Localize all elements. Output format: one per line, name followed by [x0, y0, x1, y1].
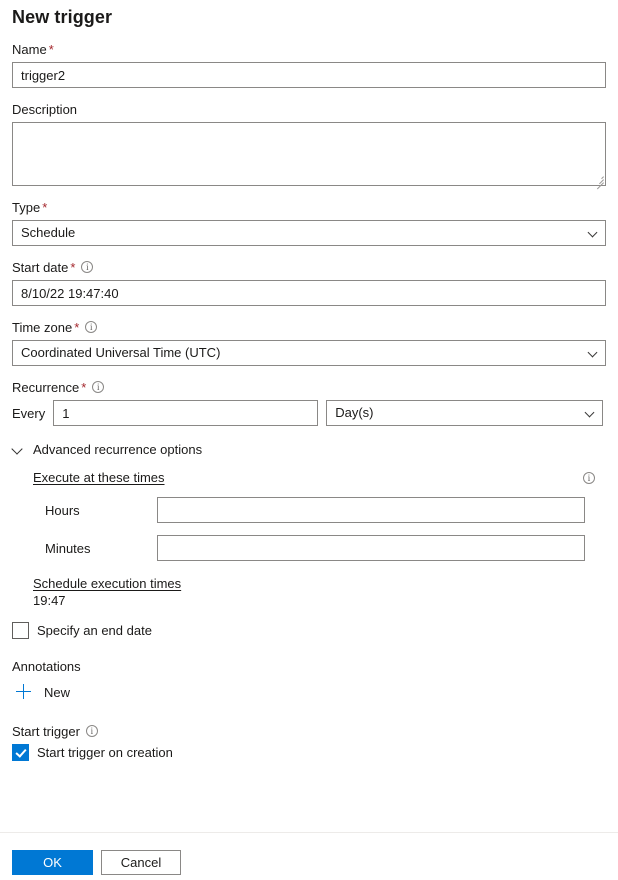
type-select-wrap: Schedule	[12, 220, 606, 246]
start-date-label: Start date *	[12, 260, 606, 276]
hours-row: Hours	[33, 497, 606, 523]
schedule-execution-times-heading[interactable]: Schedule execution times	[33, 576, 181, 591]
recurrence-interval-input[interactable]	[53, 400, 319, 426]
name-label: Name *	[12, 42, 606, 58]
specify-end-date-checkbox[interactable]	[12, 622, 29, 639]
start-trigger-on-creation-row[interactable]: Start trigger on creation	[12, 744, 606, 761]
type-label: Type *	[12, 200, 606, 216]
annotations-label: Annotations	[12, 659, 81, 674]
recurrence-row: Every Day(s)	[12, 400, 606, 426]
name-field-group: Name *	[12, 42, 606, 88]
recurrence-field-group: Recurrence* Every Day(s)	[12, 380, 606, 426]
time-zone-field-group: Time zone* Coordinated Universal Time (U…	[12, 320, 606, 366]
ok-button[interactable]: OK	[12, 850, 93, 875]
description-textarea-wrap	[12, 122, 606, 190]
name-input[interactable]	[12, 62, 606, 88]
schedule-execution-times-block: Schedule execution times 19:47	[33, 576, 606, 608]
name-label-text: Name	[12, 42, 47, 57]
time-zone-label-text: Time zone	[12, 320, 73, 335]
time-zone-select-wrap: Coordinated Universal Time (UTC)	[12, 340, 606, 366]
hours-input[interactable]	[157, 497, 585, 523]
chevron-down-icon	[12, 444, 24, 456]
type-field-group: Type * Schedule	[12, 200, 606, 246]
cancel-button[interactable]: Cancel	[101, 850, 181, 875]
advanced-recurrence-options-label: Advanced recurrence options	[33, 442, 203, 457]
execute-at-these-times-info-icon[interactable]	[583, 471, 595, 484]
execute-at-these-times-row: Execute at these times	[33, 470, 606, 485]
start-trigger-on-creation-label: Start trigger on creation	[37, 745, 173, 760]
page-title: New trigger	[12, 7, 113, 27]
time-zone-required-asterisk: *	[74, 320, 80, 335]
minutes-input[interactable]	[157, 535, 585, 561]
start-trigger-section-label: Start trigger	[12, 724, 606, 739]
recurrence-every-label: Every	[12, 405, 46, 421]
specify-end-date-row[interactable]: Specify an end date	[12, 622, 606, 639]
schedule-execution-times-value: 19:47	[33, 593, 66, 608]
start-trigger-info-icon[interactable]	[85, 725, 98, 737]
recurrence-label-text: Recurrence	[12, 380, 80, 395]
add-annotation-label: New	[44, 684, 71, 700]
type-label-text: Type	[12, 200, 41, 215]
start-date-label-text: Start date	[12, 260, 69, 275]
execute-at-these-times-heading[interactable]: Execute at these times	[33, 470, 165, 485]
add-annotation-button[interactable]: New	[12, 684, 70, 700]
time-zone-label: Time zone *	[12, 320, 606, 336]
advanced-recurrence-options-toggle[interactable]: Advanced recurrence options	[12, 442, 606, 457]
description-field-group: Description	[12, 102, 606, 190]
name-required-asterisk: *	[48, 42, 54, 57]
start-date-input[interactable]	[12, 280, 606, 306]
recurrence-unit-select-wrap: Day(s)	[326, 400, 604, 426]
advanced-recurrence-options-body: Execute at these times Hours Minutes Sch…	[12, 470, 606, 608]
type-required-asterisk: *	[42, 200, 48, 215]
description-label: Description	[12, 102, 78, 117]
start-date-required-asterisk: *	[70, 260, 76, 275]
time-zone-info-icon[interactable]	[85, 321, 98, 333]
recurrence-info-icon[interactable]	[92, 381, 105, 393]
plus-icon	[16, 684, 32, 700]
hours-label: Hours	[45, 502, 80, 518]
start-date-info-icon[interactable]	[81, 261, 94, 273]
new-trigger-panel: New trigger Name* Description Type* Sche…	[0, 0, 618, 832]
description-textarea[interactable]	[12, 122, 606, 186]
dialog-footer: OK Cancel	[0, 832, 618, 880]
type-select[interactable]: Schedule	[12, 220, 606, 246]
start-trigger-label-text: Start trigger	[12, 724, 80, 739]
time-zone-select[interactable]: Coordinated Universal Time (UTC)	[12, 340, 606, 366]
start-date-field-group: Start date *	[12, 260, 606, 306]
recurrence-required-asterisk: *	[81, 380, 87, 395]
recurrence-label: Recurrence *	[12, 380, 606, 396]
start-trigger-on-creation-checkbox[interactable]	[12, 744, 29, 761]
minutes-label: Minutes	[45, 540, 91, 556]
recurrence-unit-select[interactable]: Day(s)	[326, 400, 604, 426]
specify-end-date-label: Specify an end date	[37, 623, 152, 638]
minutes-row: Minutes	[33, 535, 606, 561]
